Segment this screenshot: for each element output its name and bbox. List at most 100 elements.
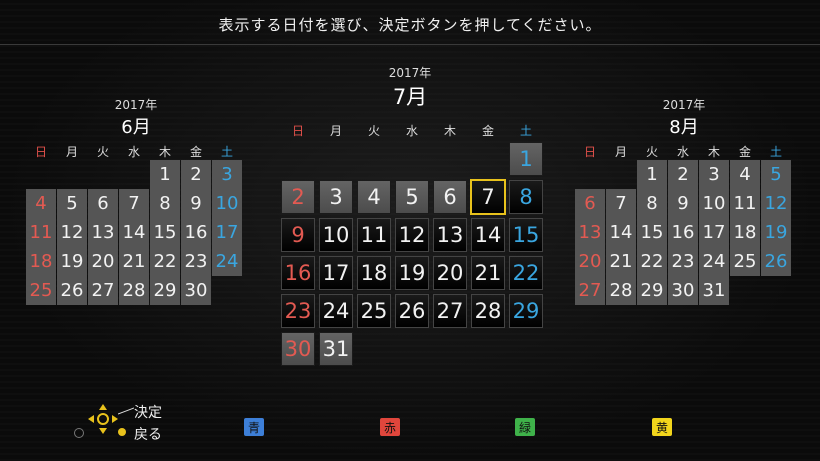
day-cell-prev-2: 2 — [181, 160, 211, 189]
day-cell-current-23[interactable]: 23 — [281, 294, 315, 328]
day-cell-next-16: 16 — [668, 218, 698, 247]
day-cell-current-24[interactable]: 24 — [319, 294, 353, 328]
dpad-icon — [88, 404, 118, 434]
current-month-label: 7月 — [392, 85, 428, 109]
day-cell-prev-15: 15 — [150, 218, 180, 247]
day-cell-current-2[interactable]: 2 — [281, 180, 315, 214]
day-cell-current-12[interactable]: 12 — [395, 218, 429, 252]
day-cell-current-19[interactable]: 19 — [395, 256, 429, 290]
day-cell-current-11[interactable]: 11 — [357, 218, 391, 252]
day-cell-prev-25: 25 — [26, 276, 56, 305]
day-cell-next-12: 12 — [761, 189, 791, 218]
day-cell-current-9[interactable]: 9 — [281, 218, 315, 252]
day-cell-current-10[interactable]: 10 — [319, 218, 353, 252]
day-cell-current-20[interactable]: 20 — [433, 256, 467, 290]
day-cell-next-25: 25 — [730, 247, 760, 276]
prev-month-label: 6月 — [121, 117, 151, 138]
weekday-label: 水 — [676, 145, 689, 159]
decide-pointer-line — [118, 407, 134, 415]
day-cell-next-11: 11 — [730, 189, 760, 218]
weekday-label: 月 — [65, 145, 78, 159]
day-cell-prev-10: 10 — [212, 189, 242, 218]
day-cell-next-7: 7 — [606, 189, 636, 218]
day-cell-prev-4: 4 — [26, 189, 56, 218]
weekday-label: 金 — [738, 145, 751, 159]
red-button[interactable]: 赤 — [380, 418, 400, 436]
day-cell-next-24: 24 — [699, 247, 729, 276]
day-cell-prev-13: 13 — [88, 218, 118, 247]
instruction-text: 表示する日付を選び、決定ボタンを押してください。 — [218, 16, 602, 34]
prev-month-header: 2017年 6月 — [106, 96, 166, 139]
day-cell-current-16[interactable]: 16 — [281, 256, 315, 290]
current-month-header: 2017年 7月 — [380, 64, 440, 111]
day-cell-current-31[interactable]: 31 — [319, 332, 353, 366]
day-cell-next-22: 22 — [637, 247, 667, 276]
weekday-label: 土 — [220, 145, 233, 159]
day-cell-current-1[interactable]: 1 — [509, 142, 543, 176]
day-cell-current-17[interactable]: 17 — [319, 256, 353, 290]
yellow-button[interactable]: 黄 — [652, 418, 672, 436]
day-cell-prev-6: 6 — [88, 189, 118, 218]
day-cell-current-29[interactable]: 29 — [509, 294, 543, 328]
weekday-label: 日 — [291, 124, 304, 138]
current-year-label: 2017年 — [388, 66, 432, 80]
yellow-button-label: 黄 — [655, 420, 668, 435]
day-cell-current-22[interactable]: 22 — [509, 256, 543, 290]
day-cell-next-21: 21 — [606, 247, 636, 276]
decide-label: 決定 — [134, 405, 162, 421]
blue-button[interactable]: 青 — [244, 418, 264, 436]
day-cell-current-6[interactable]: 6 — [433, 180, 467, 214]
day-cell-prev-7: 7 — [119, 189, 149, 218]
day-cell-prev-22: 22 — [150, 247, 180, 276]
day-cell-next-19: 19 — [761, 218, 791, 247]
weekday-label: 火 — [367, 124, 380, 138]
day-cell-next-5: 5 — [761, 160, 791, 189]
day-cell-prev-5: 5 — [57, 189, 87, 218]
weekday-label: 木 — [443, 124, 456, 138]
day-cell-prev-19: 19 — [57, 247, 87, 276]
weekday-label: 金 — [481, 124, 494, 138]
day-cell-next-8: 8 — [637, 189, 667, 218]
day-cell-current-25[interactable]: 25 — [357, 294, 391, 328]
day-cell-prev-20: 20 — [88, 247, 118, 276]
weekday-label: 日 — [34, 145, 47, 159]
next-month-header: 2017年 8月 — [654, 96, 714, 139]
day-cell-next-28: 28 — [606, 276, 636, 305]
day-cell-current-13[interactable]: 13 — [433, 218, 467, 252]
day-cell-current-4[interactable]: 4 — [357, 180, 391, 214]
day-cell-next-10: 10 — [699, 189, 729, 218]
day-cell-prev-3: 3 — [212, 160, 242, 189]
green-button[interactable]: 緑 — [515, 418, 535, 436]
day-cell-next-13: 13 — [575, 218, 605, 247]
next-year-label: 2017年 — [662, 98, 706, 112]
weekday-label: 水 — [405, 124, 418, 138]
day-cell-current-14[interactable]: 14 — [471, 218, 505, 252]
day-cell-prev-30: 30 — [181, 276, 211, 305]
day-cell-current-26[interactable]: 26 — [395, 294, 429, 328]
day-cell-prev-12: 12 — [57, 218, 87, 247]
green-button-label: 緑 — [518, 420, 531, 435]
day-cell-current-30[interactable]: 30 — [281, 332, 315, 366]
day-cell-current-21[interactable]: 21 — [471, 256, 505, 290]
day-cell-prev-28: 28 — [119, 276, 149, 305]
day-cell-prev-23: 23 — [181, 247, 211, 276]
day-cell-next-9: 9 — [668, 189, 698, 218]
day-cell-current-5[interactable]: 5 — [395, 180, 429, 214]
day-cell-next-18: 18 — [730, 218, 760, 247]
back-small-icon — [74, 428, 84, 438]
day-cell-prev-21: 21 — [119, 247, 149, 276]
back-label: 戻る — [134, 427, 162, 443]
red-button-label: 赤 — [383, 420, 396, 435]
day-cell-prev-14: 14 — [119, 218, 149, 247]
day-cell-next-17: 17 — [699, 218, 729, 247]
day-cell-current-27[interactable]: 27 — [433, 294, 467, 328]
day-cell-current-18[interactable]: 18 — [357, 256, 391, 290]
header-divider — [0, 44, 820, 45]
day-cell-prev-29: 29 — [150, 276, 180, 305]
day-cell-current-28[interactable]: 28 — [471, 294, 505, 328]
blue-button-label: 青 — [247, 420, 260, 435]
day-cell-current-3[interactable]: 3 — [319, 180, 353, 214]
day-cell-current-8[interactable]: 8 — [509, 180, 543, 214]
day-cell-current-15[interactable]: 15 — [509, 218, 543, 252]
day-cell-current-7[interactable]: 7 — [470, 179, 506, 215]
